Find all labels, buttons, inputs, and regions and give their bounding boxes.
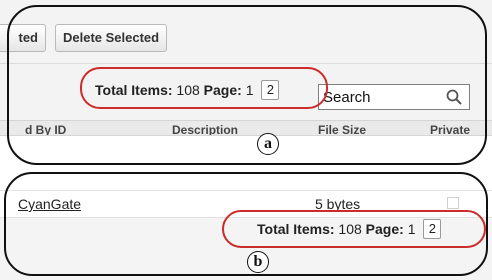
partial-action-button[interactable]: ted [0,24,46,52]
total-items-label: Total Items: [257,221,335,237]
column-header-created-by[interactable]: d By ID [25,123,66,135]
marker-a: a [257,133,279,155]
toolbar: ted Delete Selected [0,0,492,64]
page-label: Page: [365,221,404,237]
table-row: CyanGate 5 bytes [0,190,492,218]
total-items-label: Total Items: [95,82,173,98]
current-page: 1 [407,221,416,237]
table-header-row: d By ID Description File Size Private [0,120,492,136]
search-box [318,84,470,110]
search-icon[interactable] [445,88,463,106]
total-items-count: 108 [338,221,362,237]
page-2-link[interactable]: 2 [261,80,280,100]
search-input[interactable] [323,87,443,107]
page-label: Page: [203,82,242,98]
file-name-link[interactable]: CyanGate [18,196,81,212]
file-size-cell: 5 bytes [315,196,361,212]
current-page: 1 [245,82,254,98]
delete-selected-button[interactable]: Delete Selected [55,24,168,52]
total-items-count: 108 [176,82,200,98]
panel-a-top-pagination: ted Delete Selected Total Items: 108 Pag… [0,0,492,170]
private-checkbox[interactable] [447,197,459,209]
page-2-link[interactable]: 2 [423,219,442,239]
marker-b: b [247,251,269,273]
column-header-file-size[interactable]: File Size [318,123,366,135]
column-header-private[interactable]: Private [430,123,470,135]
pagination-top: Total Items: 108 Page: 1 2 [95,80,280,100]
pagination-bottom: Total Items: 108 Page: 1 2 [257,219,442,239]
column-header-description[interactable]: Description [172,123,238,135]
panel-b-bottom-pagination: CyanGate 5 bytes Total Items: 108 Page: … [0,170,492,280]
